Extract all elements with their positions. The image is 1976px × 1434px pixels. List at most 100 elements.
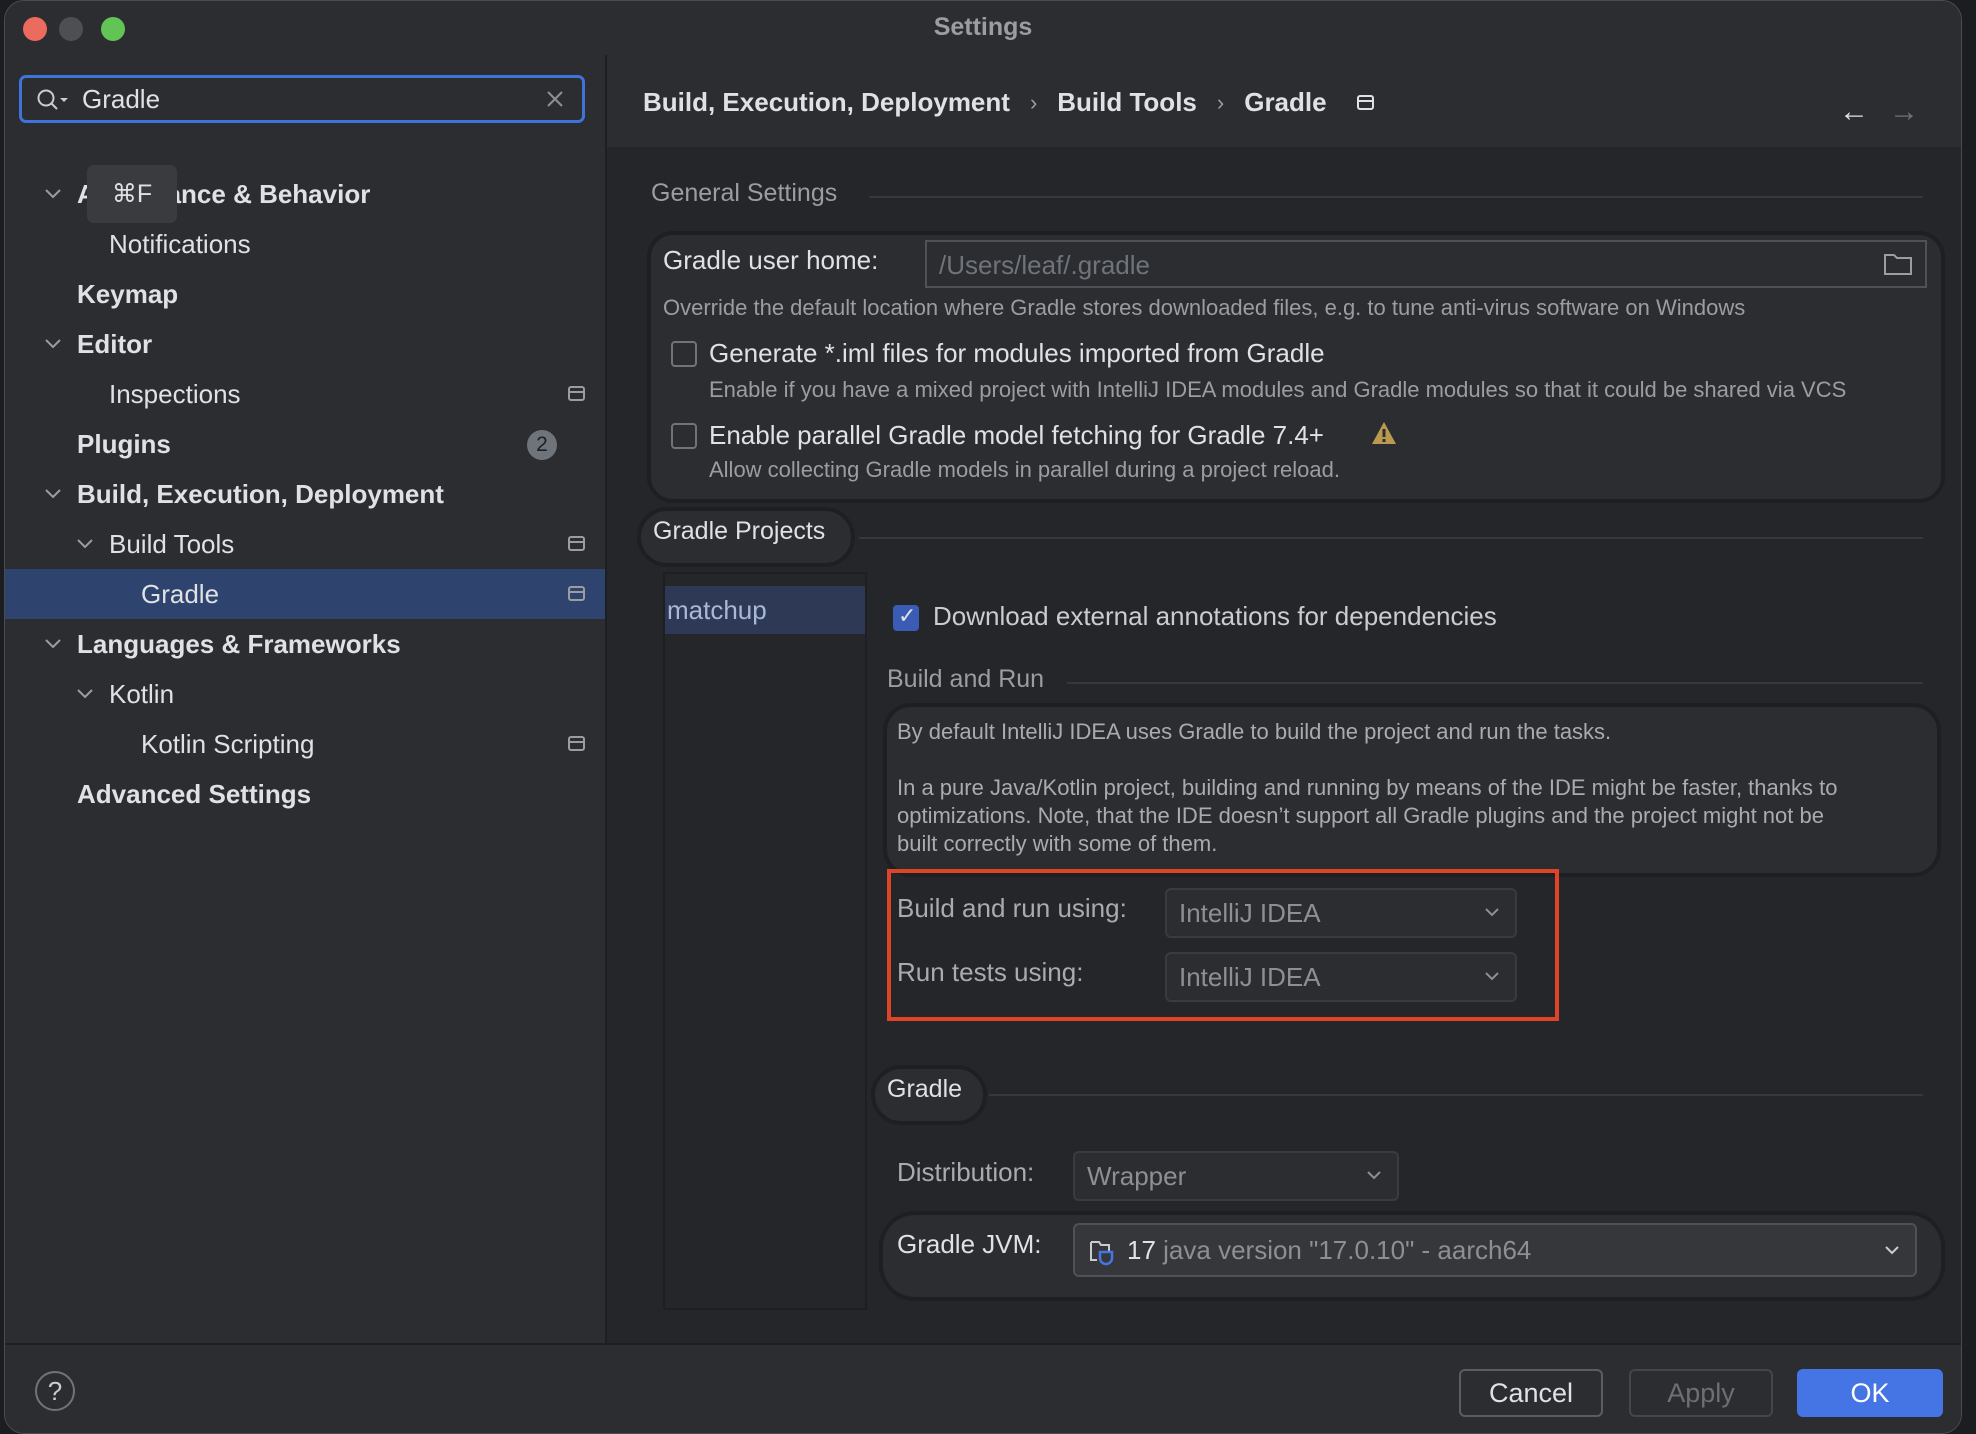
shortcut-tooltip: ⌘F	[87, 165, 177, 223]
gradle-jvm-detail: java version "17.0.10" - aarch64	[1163, 1235, 1532, 1265]
gradle-user-home-placeholder: /Users/leaf/.gradle	[939, 250, 1150, 280]
chevron-down-icon[interactable]	[41, 619, 65, 669]
build-run-using-value: IntelliJ IDEA	[1179, 898, 1321, 928]
update-count-badge: 2	[527, 430, 557, 460]
chevron-down-icon	[1367, 1171, 1381, 1180]
parallel-fetching-checkbox[interactable]	[671, 423, 697, 449]
project-settings-icon	[1356, 95, 1374, 110]
sidebar-item-label: Notifications	[109, 229, 251, 259]
chevron-down-icon[interactable]	[41, 319, 65, 369]
sidebar-item[interactable]: Keymap	[5, 269, 605, 319]
sidebar-item[interactable]: Editor	[5, 319, 605, 369]
build-run-using-label: Build and run using:	[897, 893, 1127, 923]
sidebar-item-label: Advanced Settings	[77, 779, 312, 809]
chevron-down-icon[interactable]	[73, 669, 97, 719]
generate-iml-hint: Enable if you have a mixed project with …	[709, 377, 1847, 402]
chevron-down-icon	[1485, 972, 1499, 981]
chevron-down-icon[interactable]	[73, 519, 97, 569]
project-settings-icon	[568, 736, 585, 751]
sidebar-item-label: Kotlin	[109, 679, 175, 709]
gradle-user-home-label: Gradle user home:	[663, 245, 879, 275]
sidebar-item-label: Build Tools	[109, 529, 235, 559]
back-arrow-icon[interactable]: ←	[1839, 95, 1869, 129]
sidebar-item-label: Editor	[77, 329, 153, 359]
sidebar-item-label: Build, Execution, Deployment	[77, 479, 444, 509]
sidebar-item[interactable]: Build Tools	[5, 519, 605, 569]
section-divider	[869, 196, 1923, 198]
content-header: Build, Execution, Deployment › Build Too…	[607, 55, 1961, 147]
window-title: Settings	[933, 13, 1033, 41]
breadcrumb-item: Gradle	[1244, 87, 1327, 117]
section-divider	[989, 1094, 1923, 1096]
chevron-down-icon[interactable]	[41, 469, 65, 519]
settings-search-input[interactable]: Gradle	[19, 75, 585, 123]
breadcrumb-separator: ›	[1216, 89, 1225, 115]
sidebar-item[interactable]: Gradle	[5, 569, 605, 619]
build-run-description: optimizations. Note, that the IDE doesn’…	[897, 803, 1824, 828]
build-run-description: built correctly with some of them.	[897, 831, 1218, 856]
run-tests-using-value: IntelliJ IDEA	[1179, 962, 1321, 992]
cancel-button[interactable]: Cancel	[1459, 1369, 1603, 1417]
jdk-folder-icon	[1090, 1241, 1114, 1266]
sidebar-item[interactable]: Inspections	[5, 369, 605, 419]
sidebar-item[interactable]: Languages & Frameworks	[5, 619, 605, 669]
forward-arrow-icon[interactable]: →	[1889, 95, 1919, 129]
section-divider	[1067, 682, 1923, 684]
chevron-down-icon	[1485, 908, 1499, 917]
gradle-jvm-label: Gradle JVM:	[897, 1229, 1042, 1259]
project-settings-icon	[568, 386, 585, 401]
search-icon[interactable]	[36, 88, 72, 112]
folder-icon[interactable]	[1883, 252, 1913, 276]
section-build-and-run: Build and Run	[887, 665, 1045, 693]
help-button[interactable]: ?	[35, 1371, 75, 1411]
distribution-label: Distribution:	[897, 1157, 1035, 1187]
section-gradle-projects: Gradle Projects	[653, 517, 826, 545]
sidebar-item[interactable]: Advanced Settings	[5, 769, 605, 819]
warning-icon[interactable]	[1371, 421, 1397, 445]
sidebar-item[interactable]: Kotlin	[5, 669, 605, 719]
breadcrumb-item[interactable]: Build Tools	[1057, 87, 1197, 118]
generate-iml-label[interactable]: Generate *.iml files for modules importe…	[709, 338, 1325, 369]
search-query: Gradle	[82, 84, 161, 114]
sidebar-item[interactable]: Kotlin Scripting	[5, 719, 605, 769]
generate-iml-checkbox[interactable]	[671, 341, 697, 367]
gradle-jvm-version: 17	[1127, 1235, 1156, 1265]
chevron-down-icon[interactable]	[41, 169, 65, 219]
sidebar-item[interactable]: Build, Execution, Deployment	[5, 469, 605, 519]
sidebar-item-label: Kotlin Scripting	[141, 729, 315, 759]
build-run-description: By default IntelliJ IDEA uses Gradle to …	[897, 719, 1612, 744]
apply-button[interactable]: Apply	[1629, 1369, 1773, 1417]
section-general-settings: General Settings	[651, 179, 838, 207]
run-tests-using-select[interactable]: IntelliJ IDEA	[1165, 952, 1517, 1002]
sidebar-item-label: Keymap	[77, 279, 179, 309]
settings-content: Build, Execution, Deployment › Build Too…	[607, 55, 1961, 1343]
gradle-projects-list[interactable]: matchup	[663, 572, 867, 1310]
title-bar: Settings	[5, 1, 1961, 55]
sidebar-item-label: Inspections	[109, 379, 241, 409]
sidebar-item[interactable]: Plugins 2	[5, 419, 605, 469]
parallel-fetching-label[interactable]: Enable parallel Gradle model fetching fo…	[709, 420, 1324, 451]
settings-dialog: Settings Gradle ⌘F Appearance & Behavior…	[4, 0, 1962, 1434]
clear-search-icon[interactable]	[544, 88, 566, 110]
gradle-jvm-select[interactable]: 17 java version "17.0.10" - aarch64	[1073, 1223, 1917, 1277]
dialog-footer: ? Cancel Apply OK	[5, 1343, 1961, 1433]
gradle-user-home-input[interactable]: /Users/leaf/.gradle	[925, 240, 1927, 288]
gradle-user-home-hint: Override the default location where Grad…	[663, 295, 1746, 320]
section-gradle: Gradle	[887, 1075, 963, 1103]
settings-sidebar: Gradle ⌘F Appearance & Behavior Notificat…	[5, 55, 607, 1343]
breadcrumb: Build, Execution, Deployment › Build Too…	[643, 87, 1374, 118]
build-run-description: In a pure Java/Kotlin project, building …	[897, 775, 1838, 800]
sidebar-item-label: Plugins	[77, 429, 171, 459]
download-annotations-label[interactable]: Download external annotations for depend…	[933, 601, 1497, 632]
project-item-matchup[interactable]: matchup	[665, 586, 865, 634]
build-run-using-select[interactable]: IntelliJ IDEA	[1165, 888, 1517, 938]
project-settings-icon	[568, 586, 585, 601]
sidebar-item-label: Languages & Frameworks	[77, 629, 401, 659]
sidebar-item-label: Gradle	[141, 579, 220, 609]
ok-button[interactable]: OK	[1797, 1369, 1943, 1417]
breadcrumb-item[interactable]: Build, Execution, Deployment	[643, 87, 1010, 118]
sidebar-item[interactable]: Notifications	[5, 219, 605, 269]
distribution-select[interactable]: Wrapper	[1073, 1151, 1399, 1201]
download-annotations-checkbox[interactable]	[893, 603, 919, 631]
breadcrumb-separator: ›	[1029, 89, 1038, 115]
